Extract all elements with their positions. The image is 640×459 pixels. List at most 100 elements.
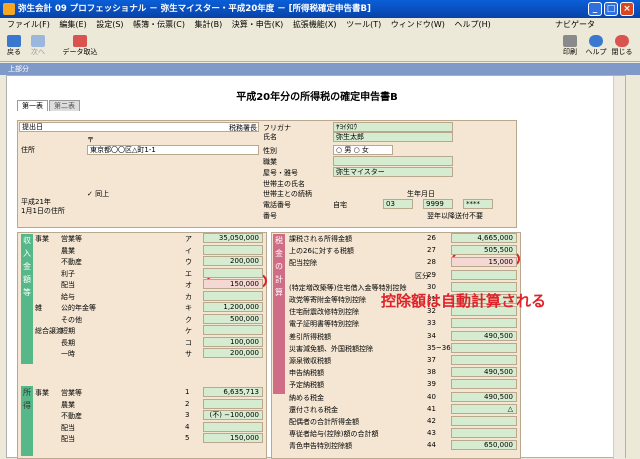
vertical-scrollbar[interactable]	[613, 76, 625, 459]
back-arrow-icon	[7, 35, 21, 47]
tax-amount-field[interactable]	[451, 318, 517, 329]
phone-part1[interactable]: 03	[383, 199, 413, 209]
tax-amount-field[interactable]	[451, 428, 517, 439]
tax-amount-field[interactable]: 490,500	[451, 330, 517, 341]
address-field[interactable]: 東京都〇〇区△町1-1	[87, 145, 259, 155]
phone-part3[interactable]: ****	[463, 199, 493, 209]
jan1-address-label: 平成21年 1月1日の住所	[21, 198, 65, 215]
income-amount-field[interactable]: 1,200,000	[203, 302, 263, 312]
menu-tools[interactable]: ツール(T)	[346, 20, 381, 29]
menu-summary[interactable]: 集計(B)	[194, 20, 222, 29]
income2-amount-field[interactable]: 6,635,713	[203, 387, 263, 397]
income-row-code: ケ	[185, 327, 192, 335]
phone-type: 自宅	[333, 201, 347, 209]
tax-amount-field[interactable]: 490,500	[451, 391, 517, 402]
shop-label: 屋号・雅号	[263, 169, 298, 177]
close-icon	[615, 35, 629, 47]
no-mail-label: 翌年以降送付不要	[427, 212, 483, 220]
maximize-button[interactable]: □	[604, 2, 618, 16]
income-amount-field[interactable]: 500,000	[203, 313, 263, 324]
tax-row-label: 納める税金	[289, 393, 324, 402]
income-amount-field[interactable]: 100,000	[203, 336, 263, 347]
tax-row-label: 源泉徴収税額	[289, 357, 331, 365]
phone-part2[interactable]: 9999	[423, 199, 453, 209]
tab-sheet1[interactable]: 第一表	[17, 100, 48, 111]
sex-radio[interactable]: ○ 男 ○ 女	[333, 145, 393, 155]
tax-row-code: 33	[427, 319, 436, 328]
income2-amount-field[interactable]: 150,000	[203, 433, 263, 443]
income-group-label: 雑	[35, 304, 42, 312]
income-row-label: 給与	[61, 292, 75, 301]
printer-icon	[563, 35, 577, 47]
print-button[interactable]: 印刷	[560, 35, 580, 57]
import-icon	[73, 35, 87, 47]
menu-window[interactable]: ウィンドウ(W)	[391, 20, 445, 29]
income-amount-field[interactable]: 150,000	[203, 279, 263, 289]
name-field[interactable]: 弥生太郎	[333, 132, 453, 142]
tax-row-code: 29	[427, 270, 436, 279]
income-group-label: 事業	[35, 235, 49, 243]
tax-amount-field[interactable]	[451, 416, 517, 426]
tax-amount-field[interactable]: 15,000	[451, 257, 517, 268]
income2-amount-field[interactable]: (不) −100,000	[203, 410, 263, 420]
income2-row-label: 配当	[61, 435, 75, 443]
income-amount-field[interactable]	[203, 267, 263, 278]
tax-amount-field[interactable]: △	[451, 403, 517, 414]
menu-extensions[interactable]: 拡張機能(X)	[293, 20, 337, 29]
income-amount-field[interactable]: 200,000	[203, 348, 263, 358]
income-row-code: ア	[185, 235, 192, 243]
back-button[interactable]: 戻る	[4, 35, 24, 57]
tax-amount-field[interactable]: 650,000	[451, 440, 517, 451]
same-as-above-check[interactable]: ✓ 同上	[87, 189, 109, 199]
income-amount-field[interactable]: 35,050,000	[203, 233, 263, 243]
income-amount-field[interactable]	[203, 325, 263, 335]
tax-amount-field[interactable]: 4,665,000	[451, 233, 517, 243]
income-row-code: オ	[185, 281, 192, 289]
income-row-code: エ	[185, 269, 192, 278]
tax-amount-field[interactable]	[451, 342, 517, 353]
shop-field[interactable]: 弥生マイスター	[333, 167, 453, 177]
income-side-label: 収入金額等	[21, 234, 33, 364]
menu-closing[interactable]: 決算・申告(K)	[232, 20, 284, 29]
income-row-label: 農業	[61, 246, 75, 255]
income-row-label: 一時	[61, 350, 75, 358]
menu-settings[interactable]: 設定(S)	[96, 20, 123, 29]
minimize-button[interactable]: _	[588, 2, 602, 16]
income-amount-field[interactable]	[203, 290, 263, 301]
tax-amount-field[interactable]	[451, 379, 517, 390]
income-amount-field[interactable]: 200,000	[203, 256, 263, 266]
tax-amount-field[interactable]	[451, 355, 517, 365]
tab-sheet2[interactable]: 第二表	[49, 100, 80, 111]
tax-amount-field[interactable]: 490,500	[451, 367, 517, 378]
birthdate-label: 生年月日	[407, 190, 435, 198]
help-button[interactable]: ヘルプ	[584, 35, 608, 57]
menu-edit[interactable]: 編集(E)	[59, 20, 86, 29]
menu-file[interactable]: ファイル(F)	[7, 20, 50, 29]
submit-date-field[interactable]: 提出日	[19, 122, 259, 132]
tax-row-label: 専従者給与(控除)額の合計額	[289, 430, 379, 439]
import-button[interactable]: データ取込	[60, 35, 100, 57]
menu-ledger[interactable]: 帳簿・伝票(C)	[133, 20, 185, 29]
income-row-label: その他	[61, 315, 82, 324]
income2-amount-field[interactable]	[203, 398, 263, 409]
job-field[interactable]	[333, 156, 453, 166]
tax-row-label: 申告納税額	[289, 369, 324, 378]
income-amount-field[interactable]	[203, 244, 263, 255]
relation-label: 世帯主との続柄	[263, 190, 312, 198]
income2-amount-field[interactable]	[203, 421, 263, 432]
form-title: 平成20年分の所得税の確定申告書B	[236, 92, 398, 103]
address-label: 住所	[21, 146, 35, 154]
section-header[interactable]: 上部分	[0, 63, 640, 75]
tax-amount-field[interactable]: 505,500	[451, 245, 517, 256]
menu-help[interactable]: ヘルプ(H)	[454, 20, 490, 29]
tax-row-label: 電子証明書等特別控除	[289, 320, 359, 329]
tax-row-label: 住宅耐震改修特別控除	[289, 308, 359, 317]
navigator-button[interactable]: ナビゲータ	[555, 18, 595, 32]
next-button[interactable]: 次へ	[28, 35, 48, 57]
close-window-button[interactable]: ×	[620, 2, 634, 16]
tax-amount-field[interactable]	[451, 269, 517, 280]
toolbar: 戻る 次へ データ取込 印刷 ヘルプ 閉じる	[0, 32, 640, 62]
close-doc-button[interactable]: 閉じる	[610, 35, 634, 57]
furigana-field[interactable]: ﾔﾖｲﾀﾛｳ	[333, 122, 453, 132]
income-row-code: サ	[185, 350, 192, 358]
